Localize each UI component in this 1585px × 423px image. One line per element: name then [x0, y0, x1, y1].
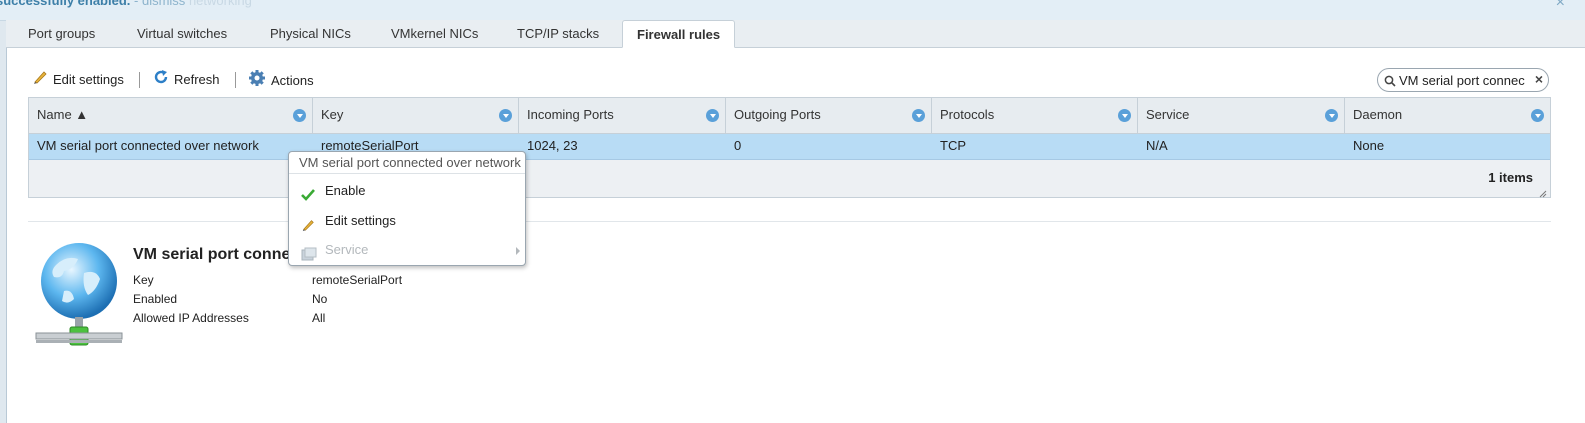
- column-header-key[interactable]: Key: [313, 98, 519, 133]
- column-menu-icon[interactable]: [499, 109, 512, 122]
- menu-item-edit-settings-label: Edit settings: [325, 213, 396, 228]
- column-menu-icon[interactable]: [706, 109, 719, 122]
- firewall-rules-table: Name ▲ Key Incoming Ports Outgoing Ports…: [28, 97, 1551, 198]
- table-row[interactable]: VM serial port connected over network re…: [29, 134, 1550, 160]
- cell-service: N/A: [1146, 138, 1168, 153]
- tab-tcpip-stacks[interactable]: TCP/IP stacks: [503, 20, 613, 47]
- tab-bar: Port groups Virtual switches Physical NI…: [6, 20, 1585, 48]
- clear-search-icon[interactable]: ×: [1535, 71, 1543, 87]
- banner-message-text: successfully enabled.: [0, 0, 131, 8]
- cell-outgoing-ports: 0: [734, 138, 742, 153]
- actions-label: Actions: [271, 72, 314, 88]
- menu-item-enable[interactable]: Enable: [289, 177, 525, 205]
- detail-enabled-value: No: [312, 292, 328, 306]
- tab-firewall-rules[interactable]: Firewall rules: [622, 20, 736, 48]
- cell-daemon: None: [1353, 138, 1385, 153]
- column-header-protocols[interactable]: Protocols: [932, 98, 1138, 133]
- column-header-incoming-ports[interactable]: Incoming Ports: [519, 98, 726, 133]
- section-divider: [28, 221, 1551, 222]
- cell-protocols: TCP: [940, 138, 966, 153]
- resize-grip-icon[interactable]: [1539, 186, 1547, 198]
- detail-enabled-label: Enabled: [133, 292, 178, 306]
- actions-button[interactable]: Actions: [248, 69, 314, 91]
- globe-network-icon: [34, 243, 126, 376]
- banner-message: successfully enabled. - dismiss networki…: [0, 0, 252, 8]
- edit-settings-button[interactable]: Edit settings: [32, 69, 124, 91]
- refresh-button[interactable]: Refresh: [153, 69, 220, 91]
- menu-item-service-label: Service: [325, 242, 369, 257]
- tab-vmkernel-nics[interactable]: VMkernel NICs: [377, 20, 492, 47]
- cell-name: VM serial port connected over network: [37, 138, 259, 153]
- search-value[interactable]: VM serial port connec: [1399, 73, 1527, 88]
- table-footer: 1 items: [29, 160, 1550, 198]
- items-count: 1 items: [1488, 170, 1533, 185]
- column-name-label: Name ▲: [37, 107, 89, 122]
- column-outgoing-label: Outgoing Ports: [734, 107, 821, 122]
- column-menu-icon[interactable]: [1325, 109, 1338, 122]
- notification-banner: successfully enabled. - dismiss networki…: [0, 0, 1585, 21]
- context-menu-title: VM serial port connected over network: [289, 152, 525, 174]
- gear-icon: [248, 69, 266, 94]
- column-header-service[interactable]: Service: [1138, 98, 1345, 133]
- column-header-outgoing-ports[interactable]: Outgoing Ports: [726, 98, 932, 133]
- column-header-name[interactable]: Name ▲: [29, 98, 313, 133]
- column-menu-icon[interactable]: [293, 109, 306, 122]
- search-input[interactable]: VM serial port connec ×: [1377, 68, 1549, 92]
- left-frame-edge: [0, 0, 7, 423]
- context-menu: VM serial port connected over network En…: [288, 151, 526, 266]
- tab-physical-nics[interactable]: Physical NICs: [256, 20, 365, 47]
- edit-settings-label: Edit settings: [53, 72, 124, 87]
- banner-dismiss-link[interactable]: - dismiss: [134, 0, 185, 8]
- column-incoming-label: Incoming Ports: [527, 107, 614, 122]
- menu-item-service: Service: [289, 236, 525, 264]
- detail-allowed-ip-label: Allowed IP Addresses: [133, 311, 249, 325]
- menu-item-enable-label: Enable: [325, 183, 366, 198]
- toolbar-separator: [235, 72, 236, 88]
- service-icon: [301, 243, 317, 271]
- cell-incoming-ports: 1024, 23: [527, 138, 578, 153]
- tab-port-groups[interactable]: Port groups: [14, 20, 109, 47]
- tab-virtual-switches[interactable]: Virtual switches: [123, 20, 241, 47]
- refresh-label: Refresh: [174, 72, 220, 87]
- column-menu-icon[interactable]: [1118, 109, 1131, 122]
- column-menu-icon[interactable]: [1531, 109, 1544, 122]
- column-daemon-label: Daemon: [1353, 107, 1403, 122]
- detail-key-label: Key: [133, 273, 154, 287]
- submenu-arrow-icon: [516, 247, 520, 255]
- table-header: Name ▲ Key Incoming Ports Outgoing Ports…: [29, 98, 1550, 134]
- menu-item-edit-settings[interactable]: Edit settings: [289, 207, 525, 235]
- pencil-icon: [32, 69, 48, 92]
- refresh-icon: [153, 69, 169, 92]
- banner-close-icon[interactable]: ×: [1556, 0, 1565, 12]
- column-protocols-label: Protocols: [940, 107, 995, 122]
- toolbar-separator: [139, 72, 140, 88]
- column-service-label: Service: [1146, 107, 1190, 122]
- column-header-daemon[interactable]: Daemon: [1345, 98, 1550, 133]
- detail-allowed-ip-value: All: [312, 311, 326, 325]
- column-key-label: Key: [321, 107, 344, 122]
- column-menu-icon[interactable]: [912, 109, 925, 122]
- detail-title: VM serial port connected over network: [133, 246, 293, 263]
- detail-key-value: remoteSerialPort: [312, 273, 403, 287]
- banner-ghost-text: networking: [188, 0, 252, 8]
- search-icon: [1384, 75, 1396, 90]
